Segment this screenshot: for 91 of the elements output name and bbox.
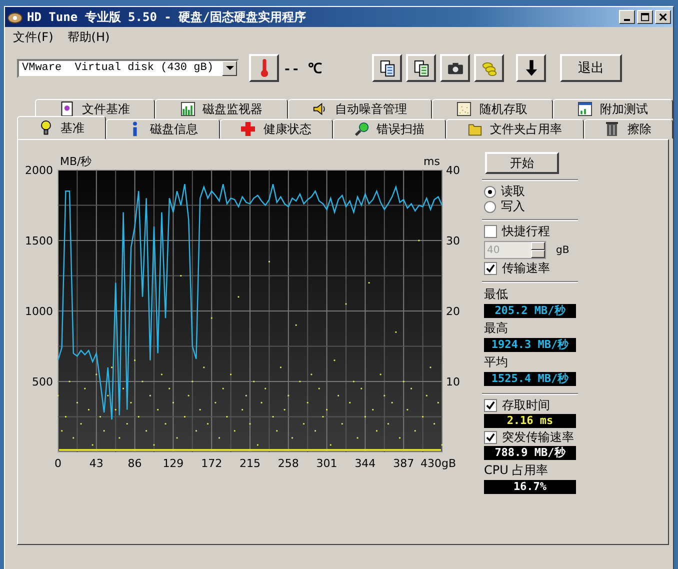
- radio-label: 读取: [501, 183, 525, 200]
- radio-button[interactable]: [484, 186, 496, 198]
- axis-tick-label: 387: [393, 457, 414, 470]
- stat-label: 最高: [484, 320, 509, 337]
- down-arrow-icon: [524, 60, 538, 76]
- checkbox[interactable]: [484, 225, 497, 238]
- cpu-label: CPU 占用率: [484, 462, 550, 479]
- access-time-readout: 2.16 ms: [484, 414, 576, 428]
- options-button[interactable]: [474, 54, 504, 82]
- cross-icon: [241, 121, 256, 137]
- axis-tick-label: 2000: [25, 164, 53, 177]
- axis-tick-label: 43: [89, 457, 104, 470]
- documents-icon: [412, 60, 430, 76]
- minimize-button[interactable]: [619, 10, 635, 24]
- temperature-button[interactable]: [249, 54, 279, 82]
- stat-readout: 1924.3 MB/秒: [484, 338, 576, 352]
- documents-icon: [378, 60, 396, 76]
- copy-all-button[interactable]: [406, 54, 436, 82]
- trash-icon: [605, 121, 620, 137]
- table-icon: [578, 101, 592, 117]
- drive-dropdown[interactable]: VMware Virtual disk (430 gB): [17, 58, 239, 78]
- minimize-icon: [624, 19, 630, 21]
- camera-icon: [446, 62, 464, 74]
- axis-tick-label: 258: [278, 457, 299, 470]
- stat-readout: 1525.4 MB/秒: [484, 372, 576, 386]
- checkbox[interactable]: [484, 262, 497, 275]
- screenshot-button[interactable]: [440, 54, 470, 82]
- lightbulb-icon: [38, 120, 53, 136]
- radio-button[interactable]: [484, 200, 496, 212]
- folder-icon: [468, 121, 482, 137]
- speaker-icon: [313, 101, 328, 117]
- tab[interactable]: 磁盘监视器: [155, 99, 288, 119]
- tab[interactable]: 附加测试: [552, 99, 673, 119]
- window-title: HD Tune 专业版 5.50 - 硬盘/固态硬盘实用程序: [27, 8, 307, 26]
- temperature-text: -- ℃: [283, 61, 322, 78]
- axis-tick-label: 129: [162, 457, 184, 470]
- checkbox-label: 快捷行程: [502, 223, 550, 240]
- close-button[interactable]: [655, 10, 671, 24]
- burst-rate-readout: 788.9 MB/秒: [484, 446, 576, 460]
- bar-chart-icon: [180, 101, 195, 117]
- dropdown-arrow-icon: [226, 66, 234, 70]
- axis-tick-label: 215: [240, 457, 260, 470]
- cpu-usage-readout: 16.7%: [484, 480, 576, 494]
- stat-label: 最低: [484, 286, 509, 303]
- axis-unit-label: MB/秒: [60, 155, 92, 168]
- save-button[interactable]: [516, 54, 546, 82]
- maximize-icon: [640, 12, 650, 22]
- axis-tick-label: 0: [54, 457, 62, 470]
- document-icon: [60, 101, 74, 117]
- axis-tick-label: 430gB: [420, 457, 456, 470]
- axis-tick-label: 30: [446, 234, 460, 248]
- axis-tick-label: 172: [201, 457, 222, 470]
- copy-button[interactable]: [372, 54, 402, 82]
- tab[interactable]: 擦除: [584, 119, 673, 139]
- axis-tick-label: 301: [316, 457, 338, 470]
- menu-item[interactable]: 帮助(H): [67, 28, 110, 46]
- stat-readout: 205.2 MB/秒: [484, 304, 576, 318]
- maximize-button[interactable]: [637, 10, 653, 24]
- unit-label: gB: [556, 244, 570, 256]
- checkbox[interactable]: [484, 431, 497, 444]
- start-button[interactable]: 开始: [485, 152, 559, 174]
- checkbox[interactable]: [484, 399, 497, 412]
- magnifier-icon: [354, 121, 369, 137]
- tab[interactable]: 随机存取: [432, 99, 553, 119]
- close-icon: [658, 12, 668, 22]
- axis-unit-label: ms: [424, 155, 440, 168]
- scatter-plot-icon: [457, 101, 472, 117]
- axis-tick-label: 20: [446, 305, 460, 318]
- axis-tick-label: 10: [446, 376, 460, 388]
- exit-button[interactable]: 退出: [560, 54, 622, 82]
- tab[interactable]: 文件夹占用率: [446, 119, 584, 139]
- axis-tick-label: 86: [128, 457, 142, 470]
- axis-tick-label: 1500: [25, 234, 53, 248]
- stat-label: 平均: [484, 354, 509, 371]
- tab[interactable]: 自动噪音管理: [288, 99, 432, 119]
- axis-tick-label: 40: [446, 164, 460, 177]
- axis-tick-label: 344: [354, 457, 376, 470]
- menu-item[interactable]: 文件(F): [13, 28, 54, 46]
- checkbox-label: 存取时间: [502, 397, 550, 414]
- tab[interactable]: 磁盘信息: [106, 119, 220, 139]
- checkbox-label: 传输速率: [502, 260, 550, 277]
- tab[interactable]: 文件基准: [35, 99, 156, 119]
- tab[interactable]: 基准: [17, 116, 106, 139]
- radio-label: 写入: [501, 198, 525, 215]
- checkbox-label: 突发传输速率: [502, 429, 574, 446]
- tab[interactable]: 错误扫描: [332, 119, 446, 139]
- thermometer-icon: [260, 58, 268, 78]
- coins-icon: [480, 60, 498, 76]
- axis-tick-label: 1000: [25, 305, 53, 318]
- tab[interactable]: 健康状态: [220, 119, 333, 139]
- axis-tick-label: 500: [32, 376, 53, 388]
